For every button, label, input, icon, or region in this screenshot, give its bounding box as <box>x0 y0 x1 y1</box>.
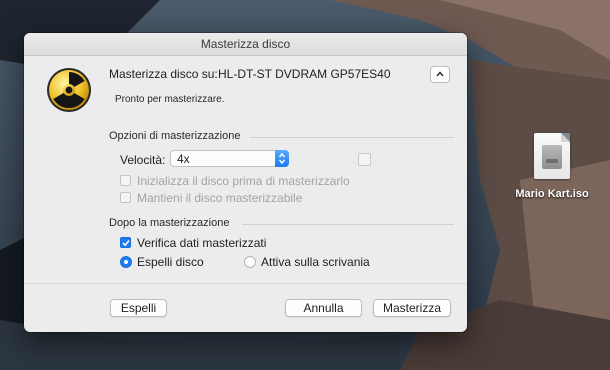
keep-burnable-checkbox: Mantieni il disco masterizzabile <box>120 191 302 205</box>
checkmark-icon <box>122 239 130 247</box>
disk-image-file-icon <box>534 133 570 179</box>
radio-selected[interactable] <box>120 256 132 268</box>
chevron-up-icon <box>436 71 444 77</box>
desktop-file-label: Mario Kart.iso <box>515 188 589 200</box>
footer-divider <box>24 283 467 284</box>
radio-unselected[interactable] <box>244 256 256 268</box>
burn-disc-dialog: Masterizza disco Masterizza disco su: HL… <box>24 33 467 332</box>
mount-on-desktop-label: Attiva sulla scrivania <box>261 255 370 269</box>
burn-radiation-icon <box>47 68 91 112</box>
verify-data-checkbox[interactable]: Verifica dati masterizzati <box>120 236 266 250</box>
after-burn-divider <box>242 224 454 225</box>
burn-button[interactable]: Masterizza <box>373 299 451 317</box>
verify-data-label: Verifica dati masterizzati <box>137 236 267 250</box>
collapse-options-button[interactable] <box>430 66 450 83</box>
window-title: Masterizza disco <box>24 33 467 56</box>
up-down-arrows-icon <box>278 152 286 165</box>
speed-stepper[interactable] <box>275 150 289 167</box>
keep-burnable-label: Mantieni il disco masterizzabile <box>137 191 303 205</box>
checkbox-checked[interactable] <box>120 237 131 248</box>
disk-label: Masterizza disco su: <box>109 67 218 81</box>
desktop-file-iso[interactable]: Mario Kart.iso <box>512 133 592 200</box>
speed-extra-checkbox[interactable] <box>358 153 371 166</box>
speed-value: 4x <box>177 152 190 166</box>
mount-on-desktop-radio[interactable]: Attiva sulla scrivania <box>244 255 370 269</box>
eject-disc-label: Espelli disco <box>137 255 204 269</box>
cancel-button[interactable]: Annulla <box>285 299 362 317</box>
status-text: Pronto per masterizzare. <box>115 94 225 105</box>
burn-options-divider <box>250 137 454 138</box>
eject-button[interactable]: Espelli <box>110 299 167 317</box>
checkbox-box <box>120 175 131 186</box>
drive-name: HL-DT-ST DVDRAM GP57ES40 <box>218 67 391 81</box>
checkbox-box <box>120 192 131 203</box>
burn-options-heading: Opzioni di masterizzazione <box>109 130 241 142</box>
speed-label: Velocità: <box>120 153 166 167</box>
after-burn-heading: Dopo la masterizzazione <box>109 217 230 229</box>
initialize-disc-label: Inizializza il disco prima di masterizza… <box>137 174 350 188</box>
eject-disc-radio[interactable]: Espelli disco <box>120 255 204 269</box>
speed-select[interactable]: 4x <box>170 150 289 167</box>
initialize-disc-checkbox: Inizializza il disco prima di masterizza… <box>120 174 350 188</box>
